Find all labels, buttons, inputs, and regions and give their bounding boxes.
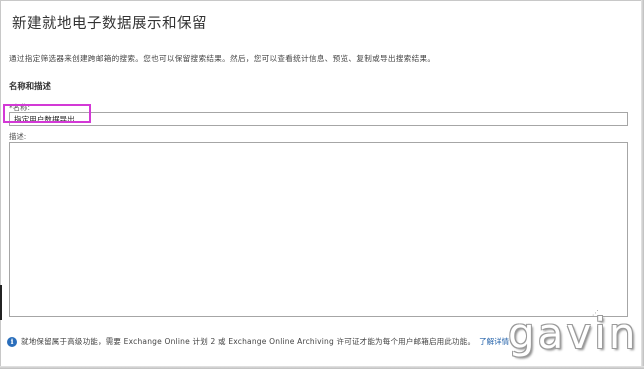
description-label: 描述: — [9, 132, 27, 141]
section-heading: 名称和描述 — [9, 81, 51, 91]
description-textarea[interactable] — [9, 142, 628, 317]
watermark: gavin — [508, 309, 639, 358]
left-edge-marker — [0, 285, 2, 320]
intro-text: 通过指定筛选器来创建跨邮箱的搜索。您也可以保留搜索结果。然后，您可以查看统计信息… — [9, 54, 436, 63]
dialog-title: 新建就地电子数据展示和保留 — [12, 16, 207, 32]
info-text: 就地保留属于高级功能，需要 Exchange Online 计划 2 或 Exc… — [21, 337, 476, 346]
info-bar: i 就地保留属于高级功能，需要 Exchange Online 计划 2 或 E… — [7, 336, 509, 347]
learn-more-link[interactable]: 了解详情 — [479, 336, 509, 347]
info-icon: i — [7, 336, 17, 347]
name-input[interactable] — [9, 112, 628, 126]
